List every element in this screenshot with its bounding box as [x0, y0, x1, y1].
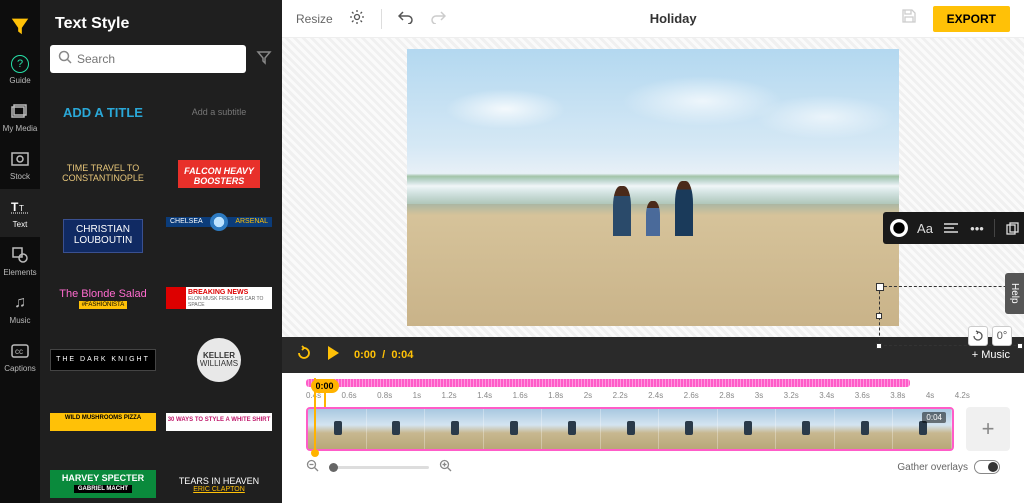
search-icon	[58, 50, 72, 69]
rotation-control: 0°	[968, 326, 1012, 346]
music-icon: ♫	[10, 293, 30, 313]
gather-overlays[interactable]: Gather overlays	[897, 460, 1000, 474]
restart-icon[interactable]	[296, 345, 312, 366]
text-style-panel: Text Style ADD A TITLE Add a subtitle TI…	[40, 0, 282, 503]
rail-stock[interactable]: Stock	[0, 141, 40, 189]
style-30-ways[interactable]: 30 WAYS TO STYLE A WHITE SHIRT	[166, 397, 272, 447]
font-button[interactable]: Aa	[913, 216, 937, 240]
gather-toggle[interactable]	[974, 460, 1000, 474]
resize-button[interactable]: Resize	[296, 12, 333, 26]
search-box[interactable]	[50, 45, 246, 73]
style-keller-williams[interactable]: KELLERWILLIAMS	[166, 335, 272, 385]
rail-music[interactable]: ♫ Music	[0, 285, 40, 333]
rotate-icon[interactable]	[968, 326, 988, 346]
style-time-travel[interactable]: TIME TRAVEL TOCONSTANTINOPLE	[50, 149, 156, 199]
styles-grid: ADD A TITLE Add a subtitle TIME TRAVEL T…	[50, 87, 272, 503]
copy-icon[interactable]	[1000, 216, 1024, 240]
search-input[interactable]	[77, 52, 238, 66]
zoom-in-icon[interactable]	[439, 459, 452, 475]
export-button[interactable]: EXPORT	[933, 6, 1010, 32]
left-rail: ? Guide My Media Stock TT Text Elements …	[0, 0, 40, 503]
rail-mymedia[interactable]: My Media	[0, 93, 40, 141]
main-area: Resize Holiday EXPORT Aa •••	[282, 0, 1024, 503]
topbar: Resize Holiday EXPORT	[282, 0, 1024, 38]
video-frame[interactable]	[407, 49, 899, 326]
style-chelsea-arsenal[interactable]: CHELSEAARSENAL	[166, 211, 272, 233]
filter-icon[interactable]	[256, 49, 272, 70]
mymedia-icon	[10, 101, 30, 121]
style-wild-mushrooms[interactable]: WILD MUSHROOMS PIZZA	[50, 397, 156, 447]
timeline-ruler[interactable]: 0.4s0.6s0.8s1s1.2s1.4s1.6s1.8s2s2.2s2.4s…	[306, 379, 970, 407]
undo-icon[interactable]	[398, 10, 414, 28]
captions-icon: cc	[10, 341, 30, 361]
align-icon[interactable]	[939, 216, 963, 240]
rail-guide[interactable]: ? Guide	[0, 47, 40, 93]
rail-captions[interactable]: cc Captions	[0, 333, 40, 381]
rail-label: Elements	[3, 268, 36, 277]
style-add-subtitle[interactable]: Add a subtitle	[166, 87, 272, 137]
rotation-value[interactable]: 0°	[992, 326, 1012, 346]
text-icon: TT	[10, 197, 30, 217]
rail-label: Captions	[4, 364, 36, 373]
save-icon[interactable]	[901, 8, 917, 29]
redo-icon[interactable]	[430, 10, 446, 28]
rail-label: Stock	[10, 172, 30, 181]
help-tab[interactable]: Help	[1005, 273, 1024, 314]
timeline: 0.4s0.6s0.8s1s1.2s1.4s1.6s1.8s2s2.2s2.4s…	[282, 373, 1024, 503]
app-logo[interactable]	[9, 15, 31, 37]
rail-label: Music	[10, 316, 31, 325]
rail-elements[interactable]: Elements	[0, 237, 40, 285]
svg-text:T: T	[11, 200, 19, 214]
text-track-bar[interactable]	[306, 379, 910, 387]
gear-icon[interactable]	[349, 9, 365, 29]
text-toolbar: Aa •••	[883, 212, 1024, 244]
project-title[interactable]: Holiday	[462, 11, 885, 26]
style-harvey-specter[interactable]: HARVEY SPECTERGABRIEL MACHT	[50, 459, 156, 503]
style-blonde-salad[interactable]: The Blonde Salad#FASHIONISTA	[50, 273, 156, 323]
guide-icon: ?	[11, 55, 29, 73]
playhead[interactable]: 0:00	[324, 379, 325, 407]
ruler-ticks: 0.4s0.6s0.8s1s1.2s1.4s1.6s1.8s2s2.2s2.4s…	[306, 391, 970, 400]
zoom-out-icon[interactable]	[306, 459, 319, 475]
panel-title: Text Style	[55, 15, 272, 33]
rail-label: Text	[13, 220, 28, 229]
clip-duration: 0:04	[922, 412, 946, 423]
elements-icon	[10, 245, 30, 265]
style-breaking-news[interactable]: BREAKING NEWSELON MUSK FIRES HIS CAR TO …	[166, 273, 272, 323]
svg-text:T: T	[19, 204, 24, 213]
rail-label: My Media	[3, 124, 38, 133]
add-clip-button[interactable]: +	[966, 407, 1010, 451]
style-falcon[interactable]: FALCON HEAVYBOOSTERS	[166, 149, 272, 199]
add-music-button[interactable]: + Music	[972, 349, 1010, 361]
more-icon[interactable]: •••	[965, 216, 989, 240]
style-dark-knight[interactable]: THE DARK KNIGHT	[50, 335, 156, 385]
play-icon[interactable]	[326, 345, 340, 366]
color-picker-icon[interactable]	[890, 219, 908, 237]
time-display: 0:00 / 0:04	[354, 349, 413, 361]
rail-label: Guide	[9, 76, 30, 85]
svg-text:cc: cc	[15, 347, 23, 356]
style-tears-heaven[interactable]: TEARS IN HEAVENERIC CLAPTON	[166, 459, 272, 503]
style-louboutin[interactable]: CHRISTIANLOUBOUTIN	[50, 211, 156, 261]
zoom-slider[interactable]	[329, 466, 429, 469]
canvas-area[interactable]: Aa ••• MAGIC TAP SPAIN 0° Help	[282, 38, 1024, 337]
rail-text[interactable]: TT Text	[0, 189, 40, 237]
style-add-title[interactable]: ADD A TITLE	[50, 87, 156, 137]
video-track-clip[interactable]: 0:04	[306, 407, 954, 451]
stock-icon	[10, 149, 30, 169]
